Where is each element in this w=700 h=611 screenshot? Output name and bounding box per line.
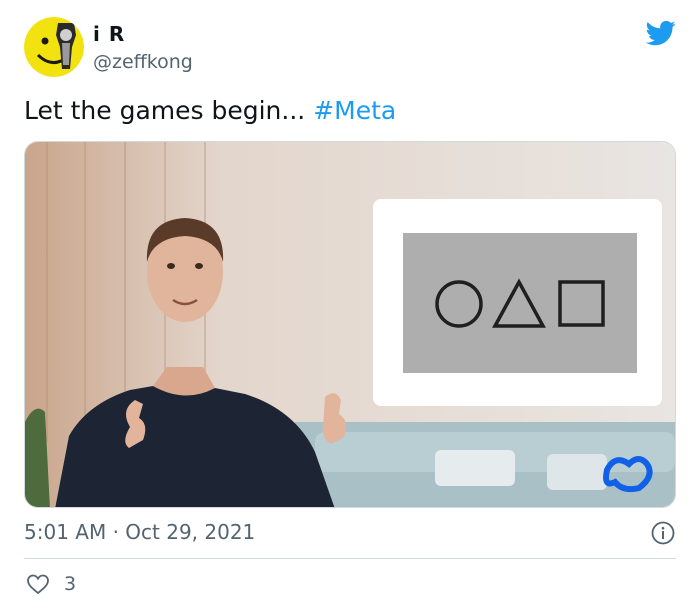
info-circle-icon[interactable] [651,521,675,545]
divider [24,558,676,559]
hashtag-link[interactable]: #Meta [313,96,396,125]
twitter-bird-icon[interactable] [644,18,678,48]
tweet-timestamp[interactable]: 5:01 AM · Oct 29, 2021 [24,520,255,544]
tweet-media[interactable] [24,141,676,508]
tweet-body-text: Let the games begin... [24,96,314,125]
user-handle[interactable]: @zeffkong [93,51,193,73]
display-name[interactable]: i R [93,22,125,46]
avatar[interactable] [24,17,84,77]
like-count: 3 [64,573,77,595]
heart-outline-icon[interactable] [26,573,50,595]
tweet-text: Let the games begin... #Meta [24,96,396,125]
